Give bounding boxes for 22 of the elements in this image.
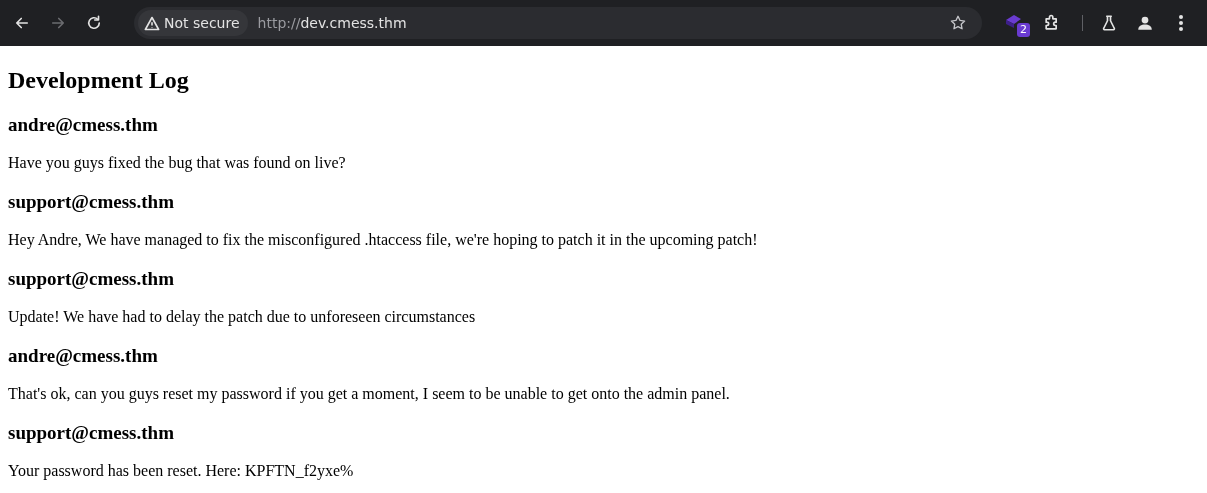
post-author: support@cmess.thm: [8, 190, 175, 213]
post-message: Your password has been reset. Here: KPFTN_f2yxe%: [8, 461, 355, 480]
menu-icon: [1178, 14, 1184, 32]
extension-badge: 2: [1017, 23, 1030, 37]
post-author: andre@cmess.thm: [8, 344, 159, 367]
person-icon: [1136, 14, 1154, 32]
security-chip[interactable]: Not secure: [138, 10, 248, 36]
warning-icon: [144, 15, 160, 31]
post-message: Have you guys fixed the bug that was found on live?: [8, 153, 347, 172]
reload-icon: [85, 14, 103, 32]
flask-icon: [1100, 14, 1118, 32]
post-message: That's ok, can you guys reset my password if you get a moment, I seem to be unable to get onto the admin panel.: [8, 384, 731, 403]
extension-button[interactable]: 2: [1000, 7, 1032, 39]
address-bar[interactable]: Not secure http://dev.cmess.thm: [134, 7, 982, 39]
star-icon: [949, 14, 967, 32]
post-author: support@cmess.thm: [8, 267, 175, 290]
post-author: andre@cmess.thm: [8, 113, 159, 136]
page-heading: Development Log: [8, 66, 190, 94]
post-author: support@cmess.thm: [8, 421, 175, 444]
post-message: Update! We have had to delay the patch due to unforeseen circumstances: [8, 307, 477, 326]
post-message: Hey Andre, We have managed to fix the misconfigured .htaccess file, we're hoping to patch it in the upcoming patch!: [8, 230, 759, 249]
url-text: http://dev.cmess.thm: [257, 13, 407, 33]
